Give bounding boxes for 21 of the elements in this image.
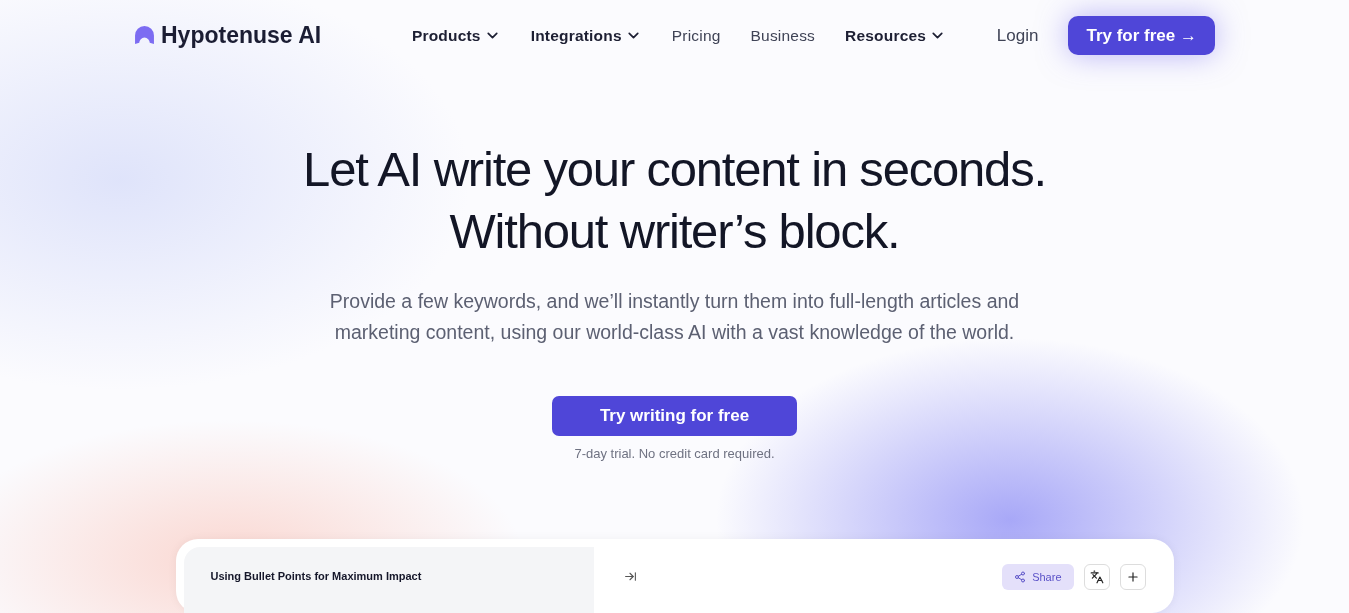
share-icon: [1014, 571, 1027, 583]
trial-note: 7-day trial. No credit card required.: [574, 446, 775, 461]
logo-text[interactable]: Hypotenuse AI: [161, 22, 322, 50]
plus-icon: [1125, 570, 1140, 584]
nav-menu-link[interactable]: Products: [411, 26, 501, 45]
login-link[interactable]: Login: [996, 25, 1039, 46]
share-button[interactable]: Share: [1002, 564, 1074, 590]
nav-menu-link[interactable]: Resources: [845, 26, 947, 45]
try-writing-button[interactable]: Try writing for free: [552, 395, 797, 436]
collapse-icon[interactable]: [623, 570, 637, 583]
logo-icon: [134, 25, 155, 47]
nav-link[interactable]: Pricing: [671, 26, 721, 45]
translate-button[interactable]: [1083, 564, 1110, 590]
translate-icon: [1089, 570, 1104, 584]
nav-link[interactable]: Business: [750, 26, 816, 45]
hero-subtitle: Provide a few keywords, and we’ll instantly turn them into full-length articles and marketing content, using our world-class AI with a vast knowledge of the world.: [328, 288, 1021, 345]
try-free-button[interactable]: Try for free →: [1068, 16, 1215, 56]
nav-menu-link[interactable]: Integrations: [530, 26, 642, 45]
document-title: Using Bullet Points for Maximum Impact: [183, 547, 594, 613]
add-button[interactable]: [1119, 564, 1146, 590]
hero-title: Let AI write your content in seconds. Without writer’s block.: [303, 140, 1046, 260]
